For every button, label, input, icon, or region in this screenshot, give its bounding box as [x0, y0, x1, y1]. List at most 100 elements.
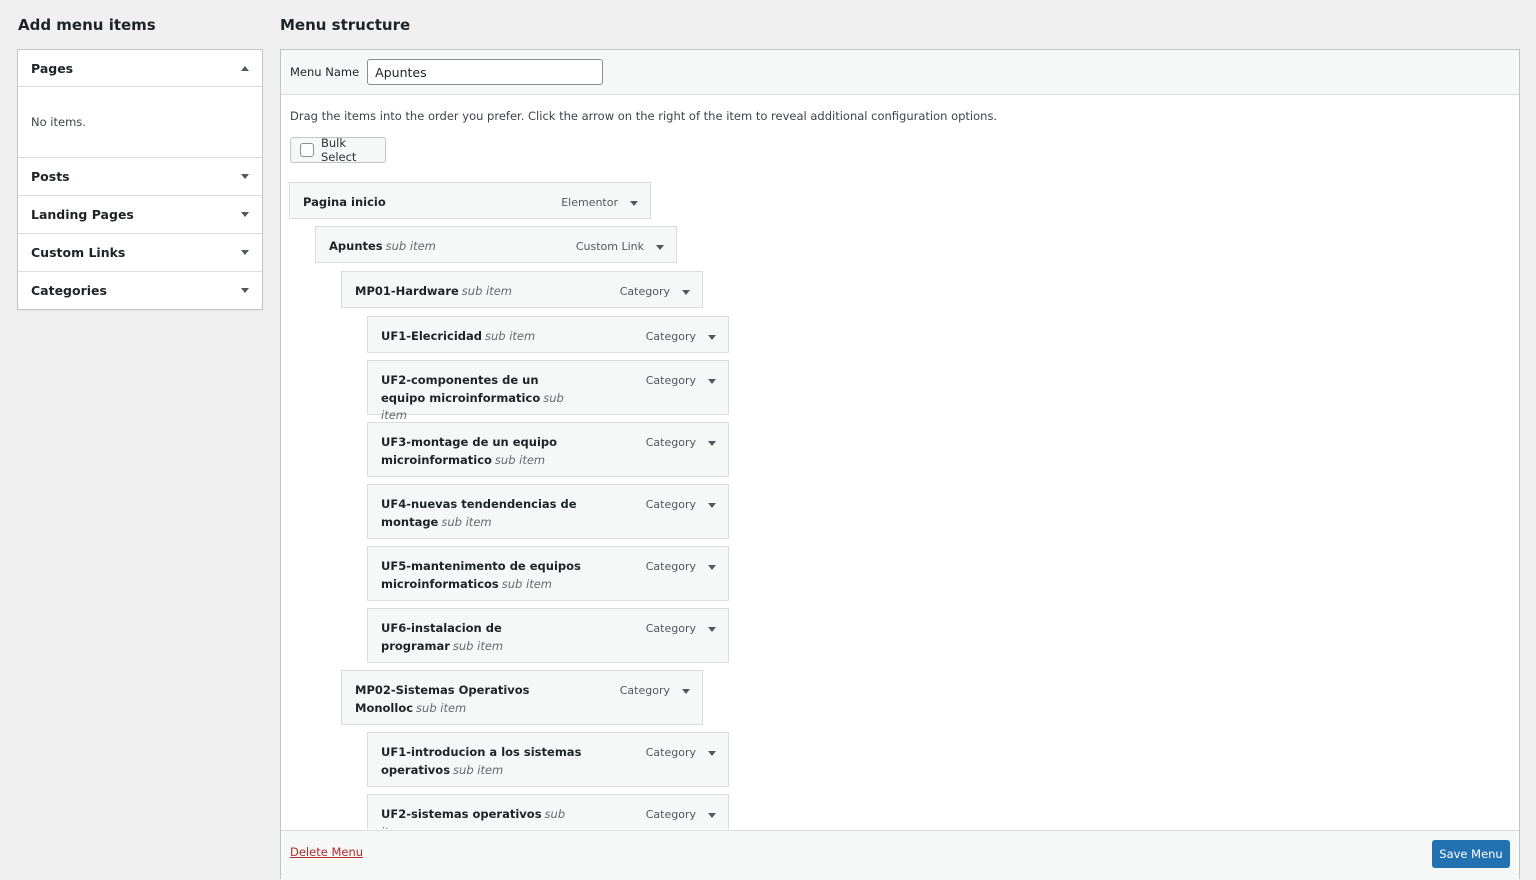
menu-item-type: Category: [645, 374, 696, 387]
menu-item-title-text: UF2-sistemas operativos: [381, 807, 542, 821]
accordion-label: Posts: [31, 169, 70, 184]
bulk-select-label: Bulk Select: [320, 136, 357, 164]
menu-item[interactable]: Apuntes sub item Custom Link: [315, 226, 677, 263]
chevron-down-icon: [656, 244, 664, 250]
menu-item-toggle[interactable]: [702, 805, 722, 825]
menu-name-label: Menu Name: [290, 65, 360, 79]
accordion-toggle-categories[interactable]: Categories: [18, 272, 262, 309]
menu-item-type: Category: [619, 684, 670, 697]
accordion-section-posts: Posts: [18, 158, 262, 196]
accordion-toggle-custom-links[interactable]: Custom Links: [18, 234, 262, 271]
menu-item-title: UF6-instalacion de programar sub item: [381, 620, 586, 655]
menu-item-type: Category: [645, 498, 696, 511]
accordion-body-pages: No items.: [18, 87, 262, 157]
accordion-toggle-posts[interactable]: Posts: [18, 158, 262, 195]
menu-name-bar: Menu Name: [281, 50, 1519, 95]
accordion-section-landing-pages: Landing Pages: [18, 196, 262, 234]
chevron-up-icon: [241, 65, 249, 71]
menu-item-toggle[interactable]: [676, 681, 696, 701]
add-menu-items-heading: Add menu items: [18, 16, 156, 34]
chevron-down-icon: [241, 250, 249, 255]
menu-structure-heading: Menu structure: [280, 16, 411, 34]
sub-item-label: sub item: [416, 700, 467, 715]
accordion-section-custom-links: Custom Links: [18, 234, 262, 272]
menu-item-title: Apuntes sub item: [329, 238, 534, 256]
menu-item-toggle[interactable]: [702, 371, 722, 391]
menu-item-toggle[interactable]: [702, 495, 722, 515]
accordion-section-pages: Pages No items.: [18, 50, 262, 158]
menu-item-type: Category: [645, 746, 696, 759]
sub-item-label: sub item: [441, 514, 492, 529]
menu-item-toggle[interactable]: [702, 619, 722, 639]
chevron-down-icon: [708, 812, 716, 818]
menu-item[interactable]: UF1-Elecricidad sub item Category: [367, 316, 729, 353]
menu-item-title: UF2-componentes de un equipo microinform…: [381, 372, 586, 425]
add-menu-items-accordion: Pages No items. Posts Landing Pages Cust…: [17, 49, 263, 310]
no-items-text: No items.: [31, 115, 86, 129]
menu-item-title: MP02-Sistemas Operativos Monolloc sub ite…: [355, 682, 560, 717]
menu-item-type: Category: [645, 436, 696, 449]
sub-item-label: sub item: [501, 576, 552, 591]
bulk-select-button[interactable]: Bulk Select: [290, 136, 386, 164]
accordion-toggle-pages[interactable]: Pages: [18, 50, 262, 87]
bulk-select-checkbox[interactable]: [300, 143, 314, 157]
chevron-down-icon: [630, 200, 638, 206]
accordion-label: Pages: [31, 60, 74, 76]
menu-item-title: UF2-sistemas operativossub item: [381, 806, 586, 829]
menu-item-toggle[interactable]: [702, 327, 722, 347]
menu-item-title: MP01-Hardware sub item: [355, 283, 560, 301]
menu-item[interactable]: UF3-montage de un equipo microinformatic…: [367, 422, 729, 477]
menu-item[interactable]: MP02-Sistemas Operativos Monolloc sub ite…: [341, 670, 703, 725]
menu-item-type: Category: [645, 330, 696, 343]
chevron-down-icon: [682, 289, 690, 295]
menu-name-input[interactable]: [367, 59, 604, 85]
menu-item-title-text: UF2-componentes de un equipo microinform…: [381, 373, 541, 405]
chevron-down-icon: [241, 174, 249, 179]
delete-menu-link[interactable]: Delete Menu: [290, 845, 363, 859]
menu-item-title: UF3-montage de un equipo microinformatic…: [381, 434, 586, 469]
menu-item-title-text: UF1-Elecricidad: [381, 329, 482, 343]
accordion-toggle-landing-pages[interactable]: Landing Pages: [18, 196, 262, 233]
menu-item-title-text: MP01-Hardware: [355, 284, 459, 298]
menu-item-toggle[interactable]: [702, 557, 722, 577]
sub-item-label: sub item: [461, 284, 513, 298]
menu-item-title: UF1-introducion a los sistemas operativo…: [381, 744, 586, 779]
menu-item[interactable]: UF2-componentes de un equipo microinform…: [367, 360, 729, 422]
menu-item-toggle[interactable]: [702, 433, 722, 453]
menu-structure-panel: Menu Name Drag the items into the order …: [280, 49, 1520, 880]
menu-item-toggle[interactable]: [702, 743, 722, 763]
chevron-down-icon: [708, 564, 716, 570]
menu-item-title: UF1-Elecricidad sub item: [381, 328, 586, 346]
menu-item-type: Custom Link: [575, 240, 644, 253]
chevron-down-icon: [241, 288, 249, 293]
sub-item-label: sub item: [452, 638, 504, 653]
menu-item-toggle[interactable]: [676, 282, 696, 302]
menu-item[interactable]: UF2-sistemas operativossub item Category: [367, 794, 729, 829]
menu-item[interactable]: UF1-introducion a los sistemas operativo…: [367, 732, 729, 787]
drag-instructions: Drag the items into the order you prefer…: [290, 109, 998, 123]
menu-item-title-text: Pagina inicio: [303, 195, 386, 209]
save-menu-button[interactable]: Save Menu: [1432, 840, 1510, 868]
menu-item-type: Category: [619, 285, 670, 298]
menu-item-toggle[interactable]: [624, 193, 644, 213]
chevron-down-icon: [708, 626, 716, 632]
sub-item-label: sub item: [453, 762, 504, 777]
chevron-down-icon: [241, 212, 249, 217]
menu-item-type: Category: [645, 808, 696, 821]
chevron-down-icon: [708, 440, 716, 446]
menu-item[interactable]: MP01-Hardware sub item Category: [341, 271, 703, 308]
sub-item-label: sub item: [494, 452, 546, 467]
menu-item-title: Pagina inicio: [303, 194, 508, 212]
menu-item-toggle[interactable]: [650, 237, 670, 257]
menu-item[interactable]: UF6-instalacion de programar sub item Cat…: [367, 608, 729, 663]
menu-item[interactable]: UF4-nuevas tendendencias de montage sub i…: [367, 484, 729, 539]
menu-structure-body: Drag the items into the order you prefer…: [281, 95, 1519, 829]
sub-item-label: sub item: [385, 239, 436, 253]
chevron-down-icon: [708, 378, 716, 384]
menu-item[interactable]: UF5-mantenimento de equipos microinforma…: [367, 546, 729, 601]
accordion-section-categories: Categories: [18, 272, 262, 309]
menu-item[interactable]: Pagina inicio Elementor: [289, 182, 651, 219]
chevron-down-icon: [682, 688, 690, 694]
sub-item-label: sub item: [484, 329, 536, 343]
chevron-down-icon: [708, 334, 716, 340]
